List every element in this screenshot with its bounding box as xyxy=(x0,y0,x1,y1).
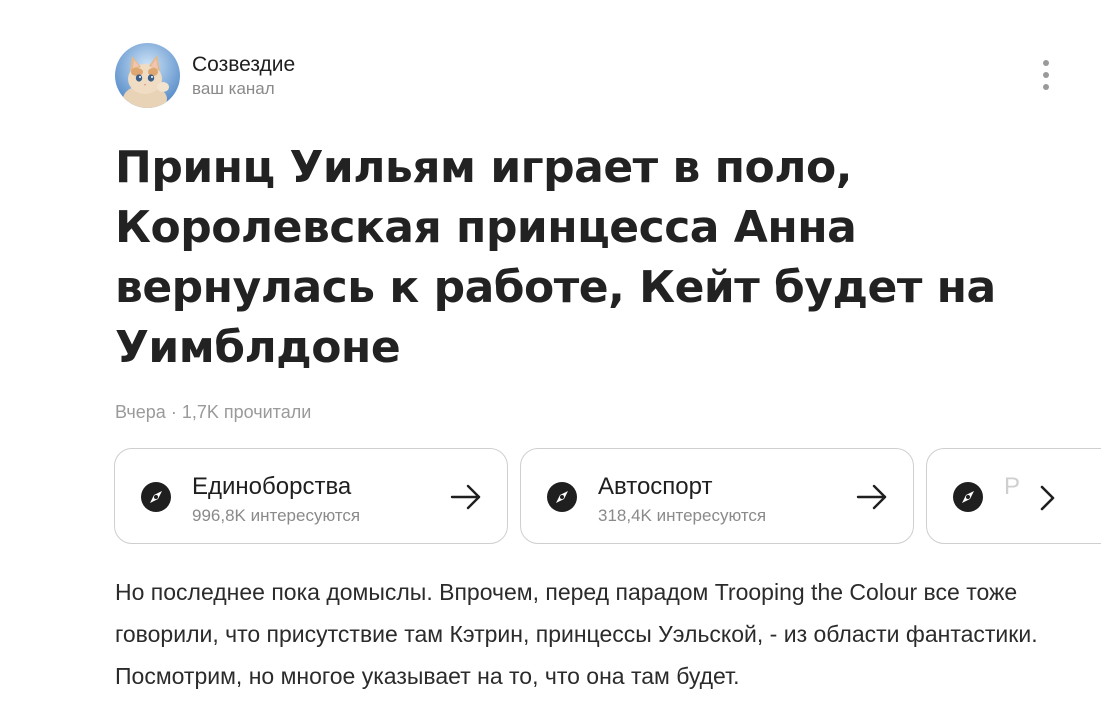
topic-card[interactable]: Автоспорт 318,4K интересуются xyxy=(520,448,914,544)
topic-count: 996,8K интересуются xyxy=(192,506,361,525)
more-menu-button[interactable] xyxy=(1034,58,1058,94)
topics-carousel: Единоборства 996,8K интересуются Автоспо… xyxy=(114,448,1101,544)
channel-info: Созвездие ваш канал xyxy=(192,52,295,100)
compass-icon xyxy=(140,481,172,513)
article-meta: Вчера · 1,7K прочитали xyxy=(115,402,312,422)
compass-icon xyxy=(952,481,984,513)
vertical-dots-icon xyxy=(1043,60,1049,90)
channel-subtitle: ваш канал xyxy=(192,78,275,98)
channel-header[interactable]: Созвездие ваш канал xyxy=(115,43,295,108)
channel-avatar[interactable] xyxy=(115,43,180,108)
topic-title: Автоспорт xyxy=(598,473,713,500)
topic-card[interactable]: Р xyxy=(926,448,1101,544)
compass-icon xyxy=(546,481,578,513)
arrow-right-icon xyxy=(855,482,889,512)
article-title: Принц Уильям играет в поло, Королевская … xyxy=(115,142,996,373)
topics-next-button[interactable] xyxy=(1030,478,1070,518)
channel-name[interactable]: Созвездие xyxy=(192,52,295,78)
arrow-right-icon xyxy=(449,482,483,512)
kitten-avatar-image xyxy=(115,43,180,108)
topic-title: Единоборства xyxy=(192,473,352,500)
chevron-right-icon xyxy=(1040,485,1055,511)
topic-card[interactable]: Единоборства 996,8K интересуются xyxy=(114,448,508,544)
topic-title: Р xyxy=(1004,473,1021,500)
topic-count: 318,4K интересуются xyxy=(598,506,767,525)
article-body: Но последнее пока домыслы. Впрочем, пере… xyxy=(115,579,1038,689)
